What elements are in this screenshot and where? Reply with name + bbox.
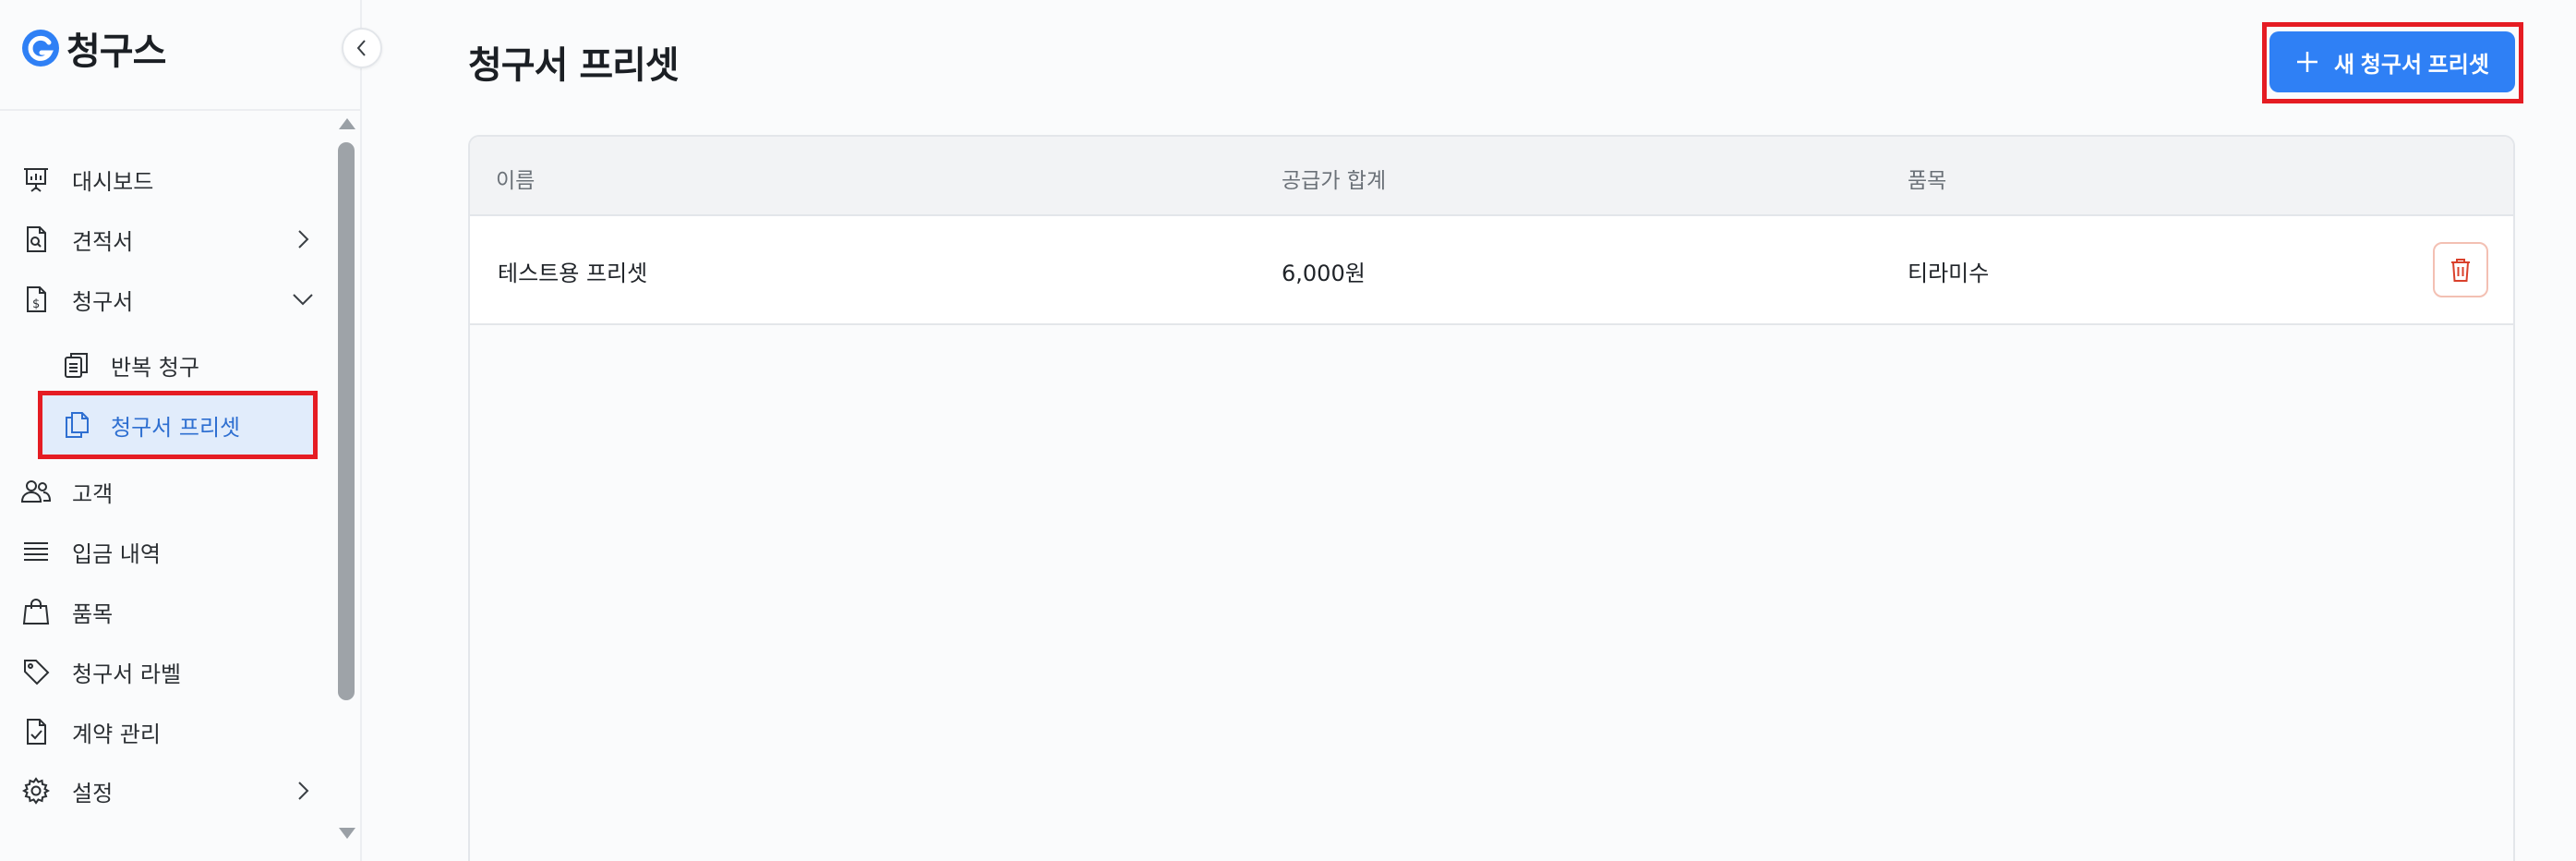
cell-total: 6,000원 — [1282, 261, 1366, 286]
sidebar: 청구스 대시보드 견적서 $ 청구서 반복 청구 청구서 프리셋 고객 입금 내… — [0, 0, 362, 861]
column-header-items[interactable]: 품목 — [1908, 163, 1946, 194]
scroll-up-arrow-icon[interactable] — [339, 118, 355, 129]
collapse-sidebar-button[interactable] — [342, 28, 382, 68]
brand[interactable]: 청구스 — [20, 22, 166, 74]
sidebar-item-estimates[interactable]: 견적서 — [20, 213, 316, 265]
tag-icon — [20, 656, 52, 687]
sidebar-item-contracts[interactable]: 계약 관리 — [20, 706, 316, 758]
chevron-down-icon — [293, 294, 313, 306]
presets-table: 이름 공급가 합계 품목 테스트용 프리셋 6,000원 티라미수 — [468, 135, 2515, 861]
sidebar-item-recurring[interactable]: 반복 청구 — [61, 339, 310, 391]
column-header-name[interactable]: 이름 — [496, 163, 535, 194]
document-dollar-icon: $ — [20, 284, 52, 315]
svg-text:$: $ — [32, 297, 40, 311]
list-lines-icon — [20, 536, 52, 567]
chevron-right-icon — [298, 230, 309, 249]
sidebar-item-label: 반복 청구 — [111, 354, 199, 381]
trash-icon — [2451, 259, 2470, 282]
sidebar-item-labels[interactable]: 청구서 라벨 — [20, 646, 316, 697]
sidebar-item-label: 청구서 라벨 — [72, 661, 182, 687]
table-row[interactable]: 테스트용 프리셋 6,000원 티라미수 — [470, 216, 2513, 325]
brand-logo-icon — [22, 30, 59, 67]
clipboard-copy-icon — [61, 349, 92, 381]
cell-items: 티라미수 — [1908, 261, 1990, 286]
sidebar-item-label: 설정 — [72, 780, 114, 806]
sidebar-item-label: 청구서 — [72, 288, 134, 315]
sidebar-item-invoices[interactable]: $ 청구서 — [20, 273, 316, 325]
scrollbar-thumb[interactable] — [338, 142, 355, 700]
sidebar-item-label: 계약 관리 — [72, 721, 161, 747]
chevron-right-icon — [298, 782, 309, 800]
users-icon — [20, 476, 52, 507]
sidebar-item-label: 견적서 — [72, 228, 134, 255]
sidebar-item-customers[interactable]: 고객 — [20, 466, 316, 517]
sidebar-item-label: 대시보드 — [72, 168, 154, 195]
document-check-icon — [20, 716, 52, 747]
files-copy-icon — [61, 409, 92, 441]
sidebar-scrollbar[interactable] — [336, 113, 356, 839]
scroll-down-arrow-icon[interactable] — [339, 828, 355, 839]
sidebar-item-settings[interactable]: 설정 — [20, 765, 316, 817]
gear-icon — [20, 775, 52, 806]
column-header-total[interactable]: 공급가 합계 — [1282, 163, 1386, 194]
sidebar-item-label: 품목 — [72, 600, 114, 627]
sidebar-item-payments[interactable]: 입금 내역 — [20, 526, 316, 577]
new-invoice-preset-button[interactable]: 새 청구서 프리셋 — [2269, 31, 2515, 92]
brand-name: 청구스 — [66, 30, 166, 73]
page-title: 청구서 프리셋 — [468, 44, 680, 87]
chevron-left-icon — [356, 40, 366, 56]
table-header: 이름 공급가 합계 품목 — [470, 137, 2513, 216]
cell-name: 테스트용 프리셋 — [498, 261, 648, 286]
new-button-label: 새 청구서 프리셋 — [2334, 52, 2489, 78]
document-search-icon — [20, 224, 52, 255]
sidebar-item-dashboard[interactable]: 대시보드 — [20, 153, 316, 205]
sidebar-item-invoice-presets[interactable]: 청구서 프리셋 — [41, 394, 314, 456]
delete-preset-button[interactable] — [2433, 242, 2488, 297]
plus-icon — [2297, 52, 2318, 72]
divider — [0, 109, 362, 111]
sidebar-item-products[interactable]: 품목 — [20, 586, 316, 637]
shopping-bag-icon — [20, 596, 52, 627]
sidebar-item-label: 입금 내역 — [72, 540, 161, 567]
sidebar-item-label: 청구서 프리셋 — [111, 414, 241, 441]
presentation-board-icon — [20, 164, 52, 195]
sidebar-item-label: 고객 — [72, 480, 114, 507]
